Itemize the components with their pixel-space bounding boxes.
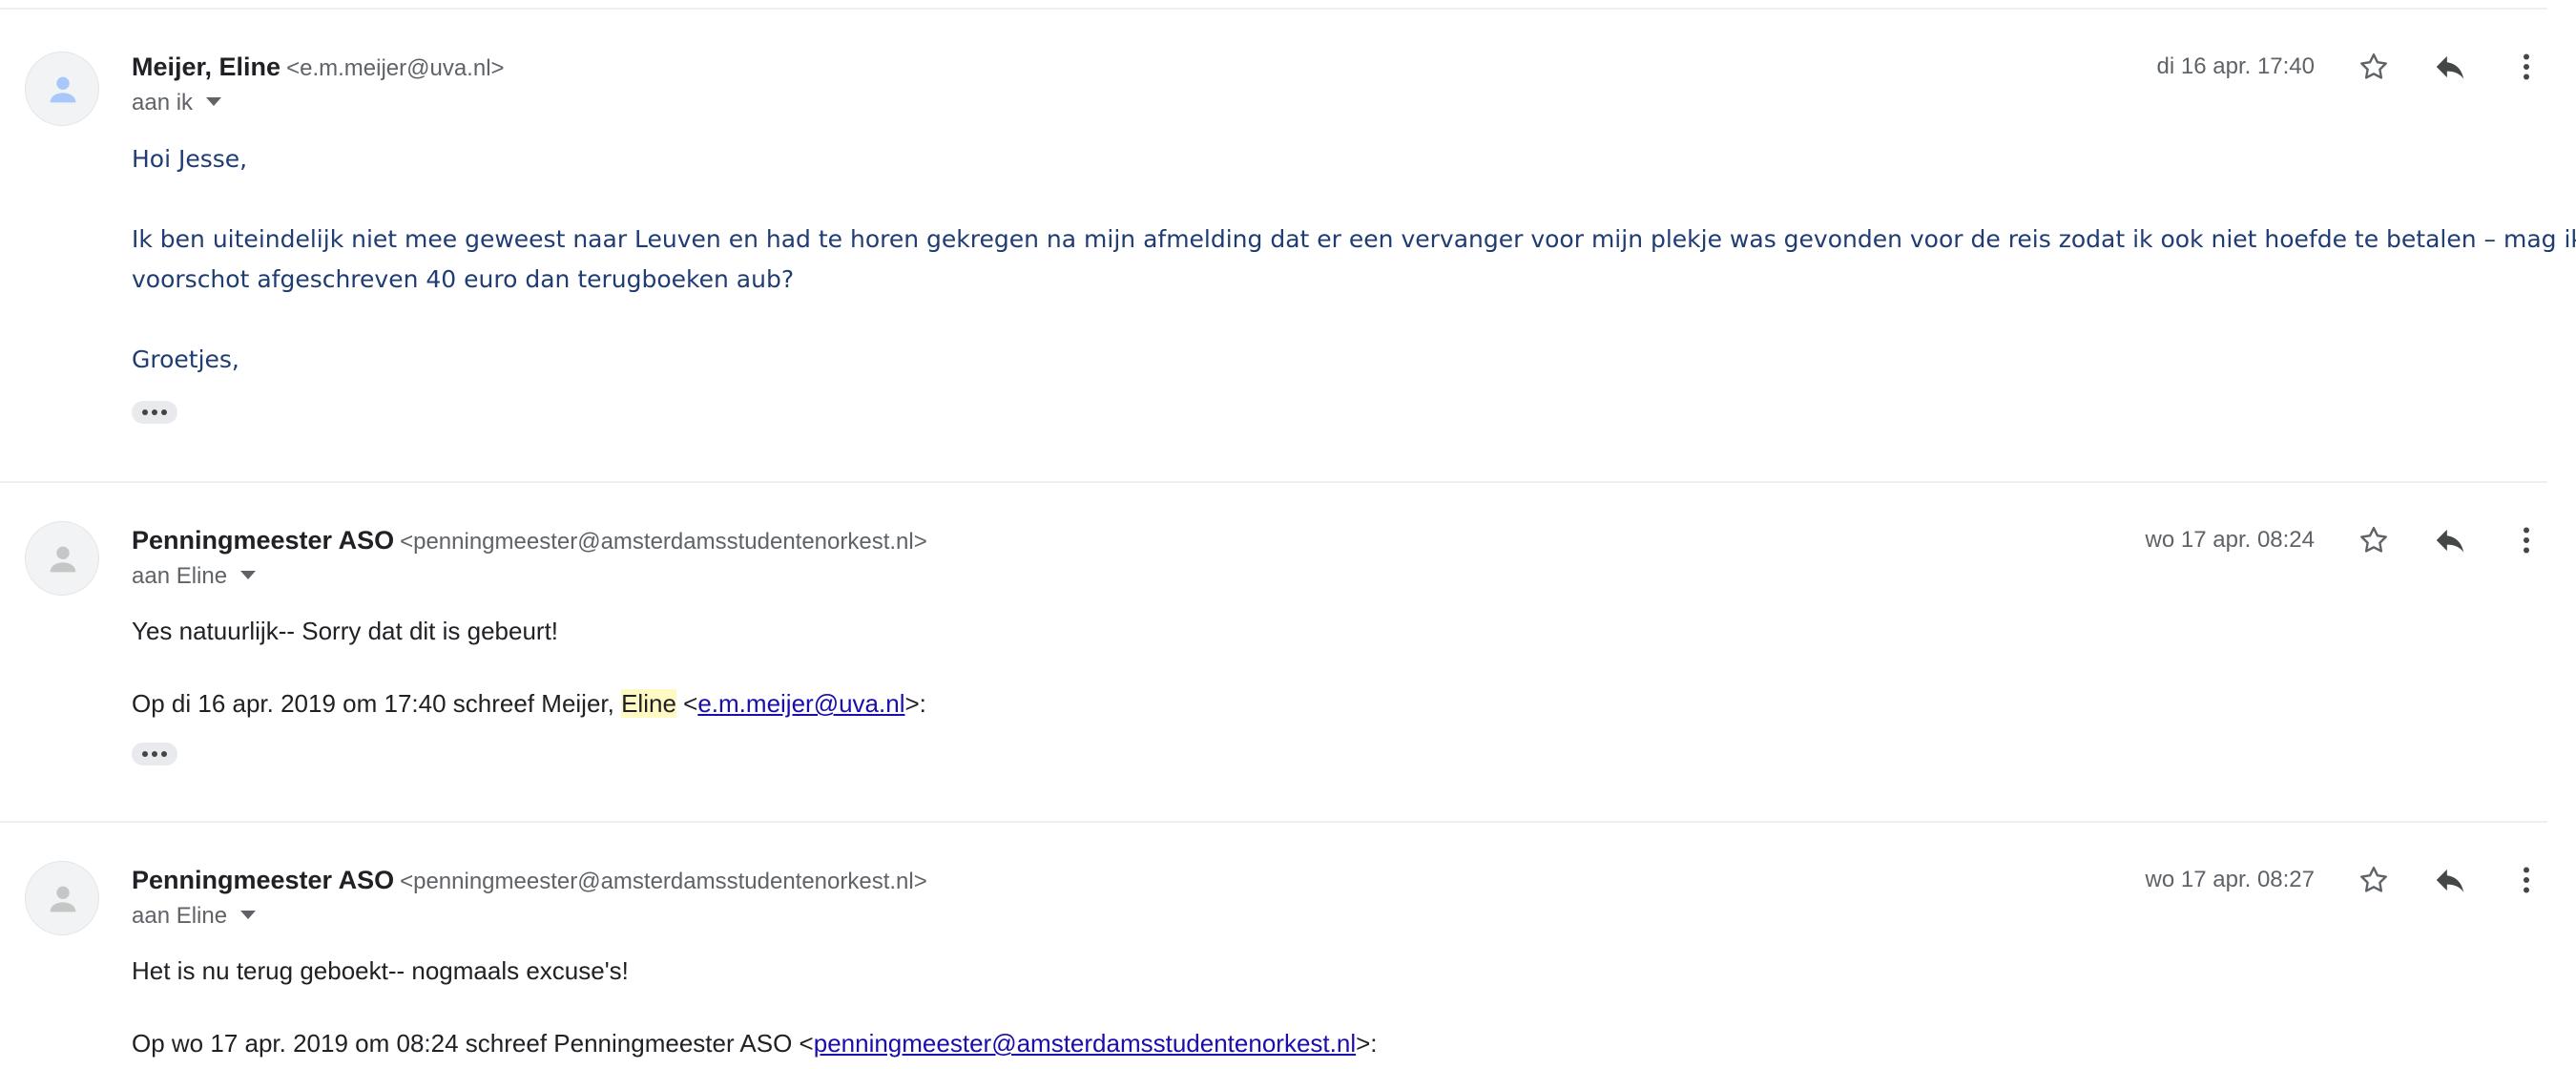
dot <box>152 751 157 757</box>
reply-icon <box>2436 55 2464 79</box>
sender[interactable]: Penningmeester ASO <penningmeester@amster… <box>132 521 927 561</box>
sender-name[interactable]: Penningmeester ASO <box>132 526 394 555</box>
sender-avatar[interactable] <box>25 52 99 126</box>
star-outline-icon <box>2360 527 2387 553</box>
reply-icon <box>2436 529 2464 553</box>
message-body: Hoi Jesse, Ik ben uiteindelijk niet mee … <box>132 139 2576 380</box>
more-vert-icon <box>2524 527 2529 554</box>
show-trimmed-content-button[interactable] <box>132 401 177 424</box>
star-outline-icon <box>2360 867 2387 892</box>
more-vert-icon <box>2524 53 2529 80</box>
recipient-label: aan Eline <box>132 563 228 589</box>
message-date: di 16 apr. 17:40 <box>2156 53 2315 79</box>
message-body: Yes natuurlijk-- Sorry dat dit is gebeur… <box>132 611 2517 723</box>
dot <box>142 409 148 415</box>
sender-avatar[interactable] <box>25 521 99 596</box>
star-button[interactable] <box>2353 861 2395 899</box>
message-date: wo 17 apr. 08:24 <box>2145 527 2315 553</box>
quote-open: < <box>683 689 698 718</box>
body-line: Yes natuurlijk-- Sorry dat dit is gebeur… <box>132 617 559 645</box>
quote-close: >: <box>904 689 926 718</box>
reply-icon <box>2436 869 2464 892</box>
quote-attribution: Op di 16 apr. 2019 om 17:40 schreef Meij… <box>132 683 2517 723</box>
caret-down-icon[interactable] <box>240 911 257 920</box>
email-link[interactable]: e.m.meijer@uva.nl <box>697 689 904 718</box>
sender-email: <penningmeester@amsterdamsstudentenorkes… <box>400 869 927 894</box>
body-line: voorschot afgeschreven 40 euro dan terug… <box>132 265 795 293</box>
recipient-dropdown[interactable]: aan Eline <box>132 557 257 596</box>
dot <box>152 409 157 415</box>
reply-button[interactable] <box>2429 48 2471 86</box>
recipient-dropdown[interactable]: aan ik <box>132 84 222 122</box>
show-trimmed-content-button[interactable] <box>132 743 177 765</box>
message-1: Meijer, Eline <e.m.meijer@uva.nl> aan ik … <box>0 10 2576 483</box>
body-line: Het is nu terug geboekt-- nogmaals excus… <box>132 956 629 985</box>
email-link[interactable]: penningmeester@amsterdamsstudentenorkest… <box>814 1029 1356 1058</box>
caret-down-icon[interactable] <box>206 97 222 107</box>
more-options-button[interactable] <box>2505 48 2547 86</box>
highlighted-name: Eline <box>621 689 676 718</box>
sign-off: Groetjes, <box>132 346 239 373</box>
message-3: Penningmeester ASO <penningmeester@amster… <box>0 823 2547 1069</box>
message-2: Penningmeester ASO <penningmeester@amster… <box>0 483 2547 823</box>
sender[interactable]: Penningmeester ASO <penningmeester@amster… <box>132 861 927 901</box>
more-options-button[interactable] <box>2505 521 2547 559</box>
person-icon <box>50 546 76 573</box>
more-options-button[interactable] <box>2505 861 2547 899</box>
recipient-label: aan Eline <box>132 903 228 929</box>
dot <box>142 751 148 757</box>
star-button[interactable] <box>2353 48 2395 86</box>
dot <box>161 751 167 757</box>
reply-button[interactable] <box>2429 521 2471 559</box>
quote-attribution: Op wo 17 apr. 2019 om 08:24 schreef Penn… <box>132 1023 2517 1063</box>
quote-close: >: <box>1356 1029 1378 1058</box>
caret-down-icon[interactable] <box>240 571 257 580</box>
dot <box>161 409 167 415</box>
star-button[interactable] <box>2353 521 2395 559</box>
sender[interactable]: Meijer, Eline <e.m.meijer@uva.nl> <box>132 48 505 88</box>
body-line: Ik ben uiteindelijk niet mee geweest naa… <box>132 225 2576 253</box>
recipient-label: aan ik <box>132 90 194 115</box>
quote-prefix: Op wo 17 apr. 2019 om 08:24 schreef Penn… <box>132 1029 814 1058</box>
sender-avatar[interactable] <box>25 861 99 935</box>
greeting: Hoi Jesse, <box>132 145 248 173</box>
sender-email: <penningmeester@amsterdamsstudentenorkes… <box>400 529 927 555</box>
more-vert-icon <box>2524 867 2529 893</box>
sender-name[interactable]: Penningmeester ASO <box>132 866 394 894</box>
sender-name[interactable]: Meijer, Eline <box>132 52 280 81</box>
person-icon <box>50 76 76 103</box>
person-icon <box>50 886 76 912</box>
reply-button[interactable] <box>2429 861 2471 899</box>
quote-prefix: Op di 16 apr. 2019 om 17:40 schreef Meij… <box>132 689 614 718</box>
message-date: wo 17 apr. 08:27 <box>2145 867 2315 892</box>
message-body: Het is nu terug geboekt-- nogmaals excus… <box>132 951 2517 1063</box>
sender-email: <e.m.meijer@uva.nl> <box>286 55 505 81</box>
star-outline-icon <box>2360 53 2387 79</box>
recipient-dropdown[interactable]: aan Eline <box>132 897 257 935</box>
